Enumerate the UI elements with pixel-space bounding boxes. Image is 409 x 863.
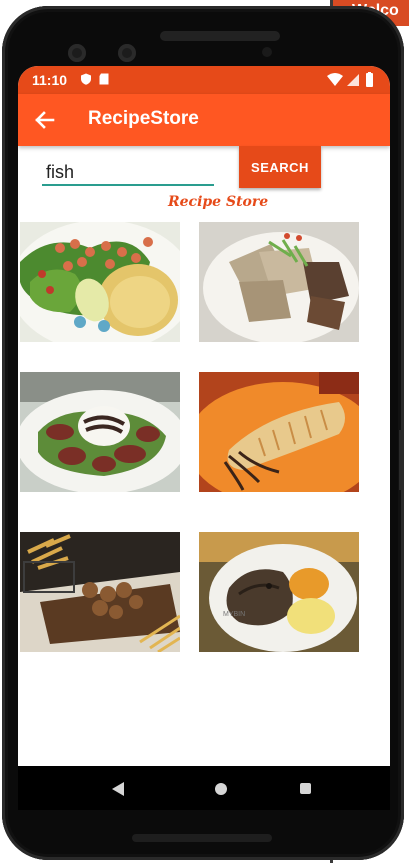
status-bar: 11:10 (18, 66, 390, 94)
nav-back-icon[interactable] (112, 782, 124, 796)
status-time: 11:10 (32, 72, 68, 88)
bottom-speaker (132, 834, 272, 842)
mushroom-steak-fries-image (20, 532, 180, 652)
signal-battery-icons (327, 72, 373, 87)
beef-salad-cheese-image (20, 372, 180, 492)
app-bar: RecipeStore (18, 94, 390, 146)
sd-card-icon (99, 73, 109, 85)
front-sensor (118, 44, 136, 62)
recipe-tile-3[interactable] (20, 372, 180, 492)
arrow-back-icon[interactable] (28, 104, 60, 136)
stuffed-squid-image (199, 372, 359, 492)
brand-label: Recipe Store (168, 194, 269, 210)
tofu-scallion-plate-image (199, 222, 359, 342)
nav-home-icon[interactable] (215, 783, 227, 795)
proximity-sensor (262, 47, 272, 57)
wifi-icon (327, 73, 343, 86)
recipe-tile-5[interactable] (20, 532, 180, 652)
recipe-tile-2[interactable] (199, 222, 359, 342)
search-input[interactable] (42, 154, 214, 186)
app-title: RecipeStore (88, 108, 199, 129)
svg-text:MYBIN: MYBIN (223, 611, 245, 618)
battery-icon (366, 73, 373, 87)
search-field[interactable] (42, 154, 214, 190)
screen: 11:10 RecipeStore SEARCH Recipe Store (18, 66, 390, 810)
recipe-tile-4[interactable] (199, 372, 359, 492)
shield-icon (81, 73, 91, 85)
navigation-bar (18, 766, 390, 810)
recipe-tile-1[interactable] (20, 222, 180, 342)
shrimp-rice-salad-image (20, 222, 180, 342)
search-button[interactable]: SEARCH (239, 146, 321, 188)
fish-head-mash-image: MYBIN (199, 532, 359, 652)
nav-recents-icon[interactable] (300, 783, 311, 794)
power-button[interactable] (399, 430, 403, 490)
earpiece-speaker (160, 31, 280, 41)
recipe-tile-6[interactable]: MYBIN (199, 532, 359, 652)
front-camera (68, 44, 86, 62)
cell-signal-icon (347, 74, 359, 86)
